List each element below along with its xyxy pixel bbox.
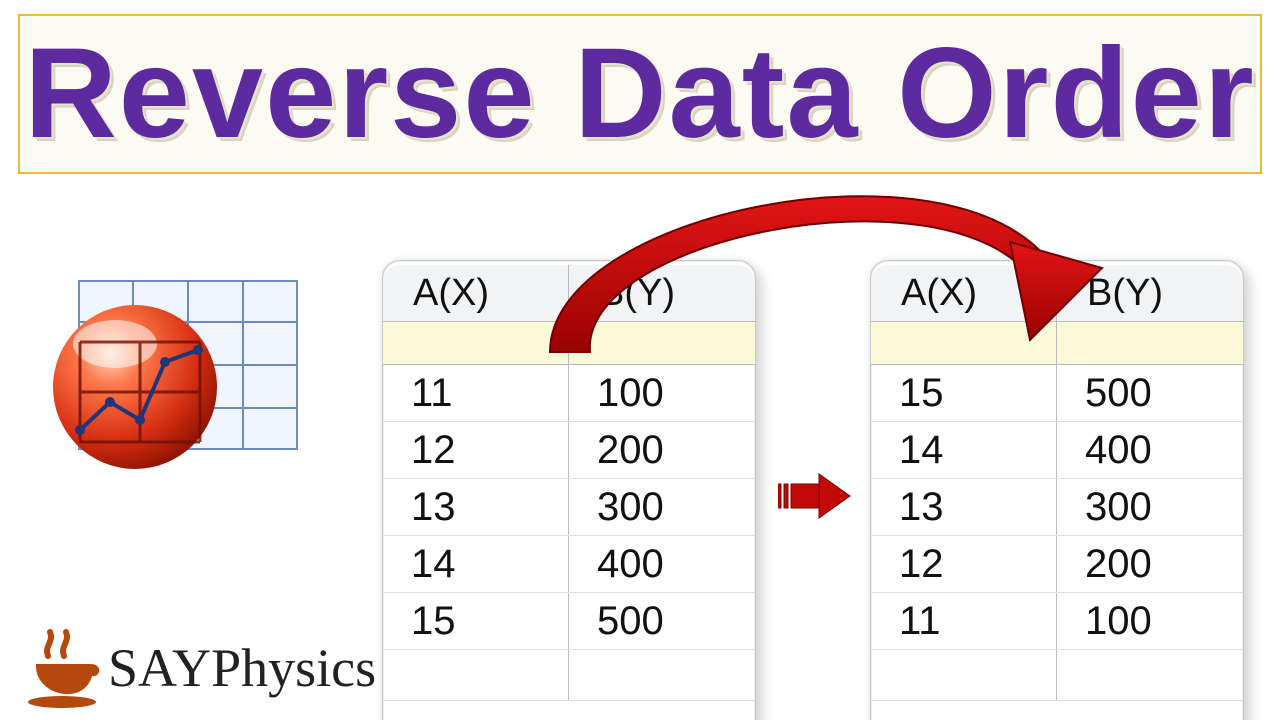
table-empty-row <box>871 650 1243 701</box>
cell-b: 300 <box>569 479 755 535</box>
table-row: 12 200 <box>871 536 1243 593</box>
cell-a: 12 <box>383 422 569 478</box>
table-header-row: A(X) B(Y) <box>383 265 755 322</box>
cell-a: 11 <box>383 365 569 421</box>
table-row: 11 100 <box>383 365 755 422</box>
brand-logo: SAYPhysics <box>26 628 376 708</box>
brand-name: SAYPhysics <box>108 637 376 699</box>
cell-b: 400 <box>569 536 755 592</box>
col-header-a: A(X) <box>871 265 1057 321</box>
table-row: 15 500 <box>871 365 1243 422</box>
sphere-icon <box>50 302 220 472</box>
table-row: 12 200 <box>383 422 755 479</box>
cell-a: 11 <box>871 593 1057 649</box>
table-row: 13 300 <box>871 479 1243 536</box>
cell-b: 100 <box>569 365 755 421</box>
cell-a: 15 <box>871 365 1057 421</box>
cell-b: 100 <box>1057 593 1243 649</box>
col-header-b: B(Y) <box>569 265 755 321</box>
table-row: 14 400 <box>871 422 1243 479</box>
cell-a: 14 <box>871 422 1057 478</box>
reversed-data-table: A(X) B(Y) 15 500 14 400 13 300 12 200 11… <box>870 260 1244 720</box>
cell-a: 14 <box>383 536 569 592</box>
table-header-row: A(X) B(Y) <box>871 265 1243 322</box>
table-spacer-row <box>383 322 755 365</box>
table-row: 14 400 <box>383 536 755 593</box>
page-title: Reverse Data Order <box>24 30 1255 158</box>
table-empty-row <box>383 650 755 701</box>
cell-a: 15 <box>383 593 569 649</box>
col-header-b: B(Y) <box>1057 265 1243 321</box>
coffee-cup-icon <box>26 628 102 708</box>
col-header-a: A(X) <box>383 265 569 321</box>
cell-b: 200 <box>1057 536 1243 592</box>
table-row: 11 100 <box>871 593 1243 650</box>
table-row: 13 300 <box>383 479 755 536</box>
title-banner: Reverse Data Order <box>18 14 1262 174</box>
origin-app-icon <box>50 270 310 470</box>
cell-b: 200 <box>569 422 755 478</box>
cell-b: 500 <box>1057 365 1243 421</box>
cell-b: 400 <box>1057 422 1243 478</box>
table-spacer-row <box>871 322 1243 365</box>
arrow-right-icon <box>778 472 852 520</box>
table-row: 15 500 <box>383 593 755 650</box>
cell-b: 500 <box>569 593 755 649</box>
original-data-table: A(X) B(Y) 11 100 12 200 13 300 14 400 15… <box>382 260 756 720</box>
cell-a: 13 <box>871 479 1057 535</box>
cell-a: 12 <box>871 536 1057 592</box>
cell-a: 13 <box>383 479 569 535</box>
cell-b: 300 <box>1057 479 1243 535</box>
